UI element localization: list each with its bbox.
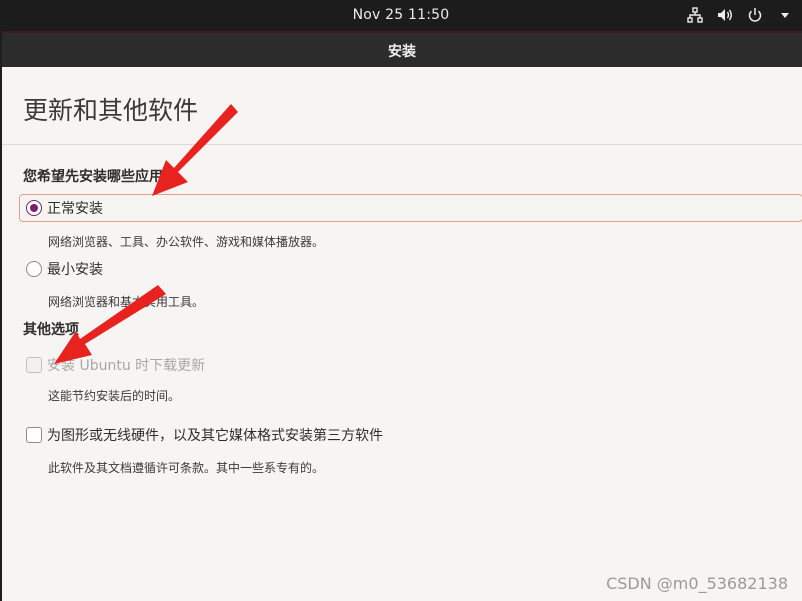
top-panel: Nov 25 11:50 bbox=[0, 0, 802, 31]
minimal-install-radio[interactable]: 最小安装 bbox=[19, 255, 103, 283]
clock[interactable]: Nov 25 11:50 bbox=[0, 7, 802, 23]
third-party-checkbox[interactable]: 为图形或无线硬件，以及其它媒体格式安装第三方软件 bbox=[19, 421, 383, 449]
radio-unchecked-icon[interactable] bbox=[26, 261, 42, 277]
normal-install-label: 正常安装 bbox=[47, 201, 103, 217]
installer-content: 更新和其他软件 您希望先安装哪些应用？ 正常安装 网络浏览器、工具、办公软件、游… bbox=[2, 67, 802, 601]
power-icon[interactable] bbox=[746, 6, 764, 24]
radio-checked-icon[interactable] bbox=[26, 200, 42, 216]
system-tray[interactable] bbox=[686, 6, 794, 24]
checkbox-disabled-icon[interactable] bbox=[26, 357, 42, 373]
download-updates-description: 这能节约安装后的时间。 bbox=[48, 389, 181, 403]
third-party-label: 为图形或无线硬件，以及其它媒体格式安装第三方软件 bbox=[47, 428, 383, 444]
minimal-install-description: 网络浏览器和基本实用工具。 bbox=[48, 295, 205, 309]
divider bbox=[2, 144, 802, 145]
volume-icon[interactable] bbox=[716, 6, 734, 24]
install-type-heading: 您希望先安装哪些应用？ bbox=[23, 169, 177, 185]
network-icon[interactable] bbox=[686, 6, 704, 24]
watermark: CSDN @m0_53682138 bbox=[606, 574, 788, 593]
download-updates-label: 安装 Ubuntu 时下载更新 bbox=[47, 358, 206, 374]
normal-install-description: 网络浏览器、工具、办公软件、游戏和媒体播放器。 bbox=[48, 235, 325, 249]
window-title: 安装 bbox=[388, 44, 416, 60]
third-party-description: 此软件及其文档遵循许可条款。其中一些系专有的。 bbox=[48, 461, 325, 475]
checkbox-unchecked-icon[interactable] bbox=[26, 427, 42, 443]
download-updates-checkbox[interactable]: 安装 Ubuntu 时下载更新 bbox=[19, 351, 205, 379]
chevron-down-icon[interactable] bbox=[776, 6, 794, 24]
window-header: 安装 bbox=[2, 31, 802, 67]
page-title: 更新和其他软件 bbox=[23, 96, 199, 125]
minimal-install-label: 最小安装 bbox=[47, 262, 103, 278]
other-options-heading: 其他选项 bbox=[23, 322, 79, 338]
normal-install-radio[interactable]: 正常安装 bbox=[19, 194, 802, 222]
